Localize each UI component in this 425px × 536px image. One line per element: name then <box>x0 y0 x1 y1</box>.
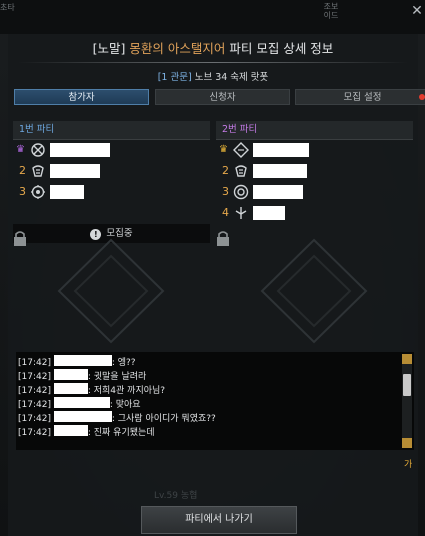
class-icon-b <box>32 165 44 177</box>
chat-scrollbar[interactable] <box>402 354 412 448</box>
slot-number: 4 <box>222 206 229 219</box>
member-name-redacted <box>253 206 285 220</box>
party-2-member-2[interactable]: 2 <box>216 161 413 182</box>
member-name-redacted <box>50 185 84 199</box>
slot-number: 2 <box>19 164 26 177</box>
chat-line: [17:42] : 맞아요 <box>18 397 141 410</box>
party-2-panel: 2번 파티 ♛ 2 3 4 <box>216 121 413 224</box>
close-icon[interactable]: ✕ <box>410 4 424 18</box>
tab-applicants[interactable]: 신청자 <box>155 89 290 105</box>
lock-icon <box>217 231 229 246</box>
dialog-subtitle: [1 관문] 노브 34 숙제 랏폿 <box>8 69 418 83</box>
locked-party-slot-left <box>13 230 210 352</box>
class-icon-c <box>31 185 45 199</box>
scroll-up-icon[interactable] <box>402 354 412 364</box>
slot-number: 3 <box>19 185 26 198</box>
member-name-redacted <box>253 164 307 178</box>
lock-icon <box>14 231 26 246</box>
tab-bar: 참가자 신청자 모집 설정 <box>14 89 425 105</box>
chat-log[interactable]: [17:42] : 엥?? [17:42] : 귓말을 날려라 [17:42] … <box>16 352 414 450</box>
title-suffix: 파티 모집 상세 정보 <box>229 41 334 56</box>
top-bar: 초타 조보 이드 ✕ <box>0 0 425 34</box>
leave-party-button[interactable]: 파티에서 나가기 <box>141 506 297 534</box>
slot-number: 2 <box>222 164 229 177</box>
member-name-redacted <box>50 143 110 157</box>
party-2-member-1[interactable]: ♛ <box>216 140 413 161</box>
corner-label-left: 초타 <box>0 3 15 12</box>
tab-recruit-settings[interactable]: 모집 설정 <box>295 89 425 105</box>
subtitle-stage: [1 관문] <box>157 72 192 83</box>
corner-label-right: 조보 이드 <box>323 2 339 20</box>
class-icon-a <box>31 143 45 157</box>
scroll-down-icon[interactable] <box>402 438 412 448</box>
class-icon-b <box>235 165 247 177</box>
background-entry: Lv.59 농협 <box>154 491 198 501</box>
locked-party-slot-right <box>216 230 413 352</box>
class-icon-e <box>233 184 249 200</box>
notification-dot <box>419 94 425 100</box>
chat-line: [17:42] : 엥?? <box>18 355 136 368</box>
party-1-member-3[interactable]: 3 <box>13 182 210 203</box>
party-1-panel: 1번 파티 ♛ 2 3 ! 모집중 <box>13 121 210 243</box>
class-icon-f <box>235 207 247 219</box>
member-name-redacted <box>253 185 303 199</box>
chat-line: [17:42] : 그사람 아이디가 뭐였죠?? <box>18 411 216 424</box>
party-1-header: 1번 파티 <box>13 121 210 140</box>
party-1-member-1[interactable]: ♛ <box>13 140 210 161</box>
party-2-member-4[interactable]: 4 <box>216 203 413 224</box>
dialog-title: [노말] 몽환의 아스탤지어 파티 모집 상세 정보 <box>8 38 418 57</box>
slot-number: 3 <box>222 185 229 198</box>
tab-participants[interactable]: 참가자 <box>14 89 149 105</box>
party-detail-dialog: [노말] 몽환의 아스탤지어 파티 모집 상세 정보 [1 관문] 노브 34 … <box>8 34 425 536</box>
chat-line: [17:42] : 귓말을 날려라 <box>18 369 146 382</box>
scroll-thumb[interactable] <box>403 374 411 396</box>
member-name-redacted <box>50 164 100 178</box>
party-2-header: 2번 파티 <box>216 121 413 140</box>
member-name-redacted <box>253 143 309 157</box>
subtitle-text: 노브 34 숙제 랏폿 <box>194 72 269 83</box>
party-2-member-3[interactable]: 3 <box>216 182 413 203</box>
chat-line: [17:42] : 진짜 유기됐는데 <box>18 425 155 438</box>
crown-icon: ♛ <box>219 144 228 155</box>
title-quest: 몽환의 아스탤지어 <box>129 41 226 56</box>
locked-emblem <box>260 238 368 344</box>
chat-language-toggle[interactable]: 가 <box>404 457 412 470</box>
title-divider <box>18 62 408 63</box>
crown-icon: ♛ <box>16 144 25 155</box>
party-1-member-2[interactable]: 2 <box>13 161 210 182</box>
class-icon-d <box>233 142 249 158</box>
chat-line: [17:42] : 저희4관 까지아님? <box>18 383 165 396</box>
title-difficulty: [노말] <box>92 41 126 56</box>
locked-emblem <box>57 238 165 344</box>
